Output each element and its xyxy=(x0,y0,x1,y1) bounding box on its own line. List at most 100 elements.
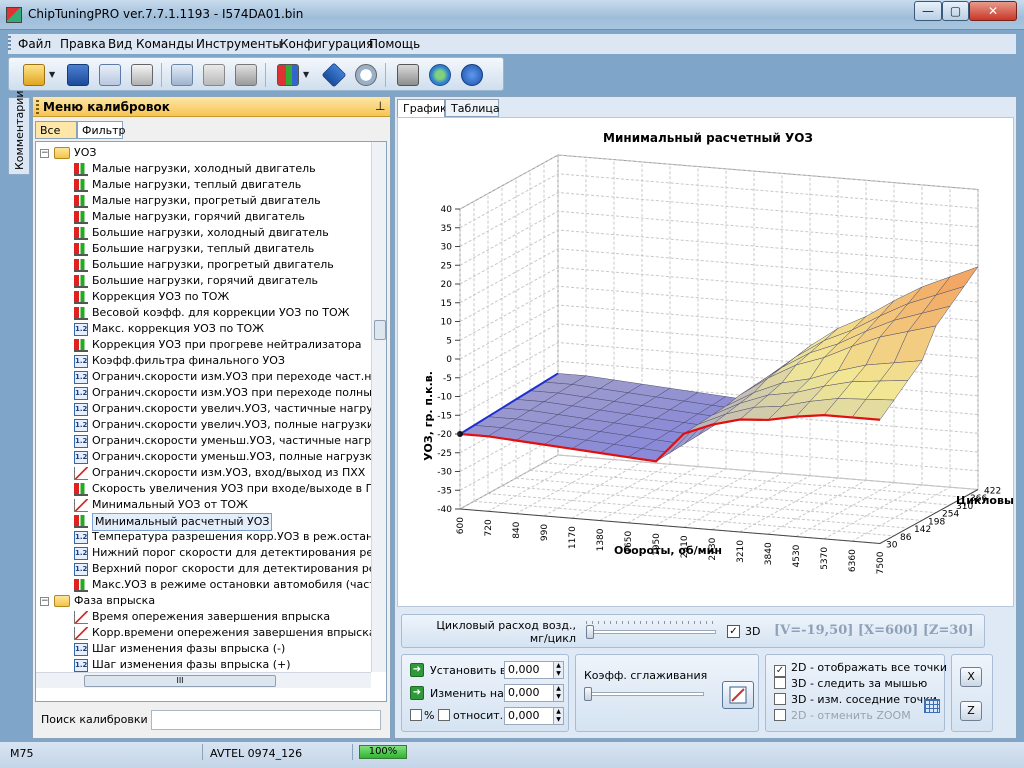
minimize-button[interactable]: — xyxy=(914,1,942,21)
tab-table[interactable]: Таблица xyxy=(445,99,500,117)
tree-item[interactable]: 1.2 Огранич.скорости уменьш.УОЗ, полные н… xyxy=(36,449,379,465)
tree-vertical-scrollbar[interactable] xyxy=(371,142,386,672)
tools-icon[interactable] xyxy=(397,64,419,86)
tree-item[interactable]: 1.2 Огранич.скорости увелич.УОЗ, частичны… xyxy=(36,401,386,417)
menu-file[interactable]: Файл xyxy=(18,37,51,51)
compare-icon[interactable] xyxy=(277,64,299,86)
tree-item[interactable]: Большие нагрузки, холодный двигатель xyxy=(36,225,371,241)
spin-up-icon[interactable]: ▲ xyxy=(553,685,563,693)
option-row[interactable]: ✓ 2D - отображать все точки xyxy=(774,661,947,677)
checksum-icon[interactable] xyxy=(355,64,377,86)
tab-filter[interactable]: Фильтр xyxy=(77,121,126,139)
tree-item[interactable]: Большие нагрузки, теплый двигатель xyxy=(36,241,371,257)
relative-value-input[interactable]: 0,000 ▲ ▼ xyxy=(504,707,564,725)
option-checkbox[interactable]: ✓ xyxy=(774,665,786,677)
tree-hscroll-thumb[interactable]: III xyxy=(84,675,276,687)
comments-side-tab[interactable]: Комментарии xyxy=(8,90,30,175)
menu-grip[interactable] xyxy=(8,36,11,52)
tree-item[interactable]: Весовой коэфф. для коррекции УОЗ по ТОЖ xyxy=(36,305,371,321)
set-value-input[interactable]: 0,000 ▲ ▼ xyxy=(504,661,564,679)
tree-item[interactable]: Коррекция УОЗ по ТОЖ xyxy=(36,289,371,305)
slider-thumb[interactable] xyxy=(584,687,592,701)
tree-item[interactable]: 1.2 Огранич.скорости увелич.УОЗ, полные н… xyxy=(36,417,374,433)
grid-icon[interactable] xyxy=(924,699,940,713)
tree-item[interactable]: Малые нагрузки, теплый двигатель xyxy=(36,177,371,193)
tab-all[interactable]: Все xyxy=(35,121,77,139)
paste-icon[interactable] xyxy=(203,64,225,86)
slider-thumb[interactable] xyxy=(586,625,594,639)
tree-item[interactable]: 1.2 Коэфф.фильтра финального УОЗ xyxy=(36,353,371,369)
menu-commands[interactable]: Команды xyxy=(136,37,194,51)
tree-item[interactable]: Время опережения завершения впрыска xyxy=(36,609,371,625)
tree-horizontal-scrollbar[interactable]: III xyxy=(36,672,371,688)
save-as-icon[interactable] xyxy=(99,64,121,86)
menu-configuration[interactable]: Конфигурация xyxy=(280,37,373,51)
menu-tools[interactable]: Инструменты xyxy=(196,37,282,51)
tree-scroll-thumb[interactable] xyxy=(374,320,386,340)
compare-dropdown-arrow-icon[interactable]: ▼ xyxy=(303,70,309,79)
undo-icon[interactable] xyxy=(235,64,257,86)
maximize-button[interactable]: ▢ xyxy=(942,1,969,21)
spin-up-icon[interactable]: ▲ xyxy=(553,662,563,670)
tree-item[interactable]: Малые нагрузки, холодный двигатель xyxy=(36,161,371,177)
tree-item[interactable]: Малые нагрузки, прогретый двигатель xyxy=(36,193,371,209)
checkbox-3d[interactable]: ✓ xyxy=(727,625,740,638)
change-value-label[interactable]: Изменить на xyxy=(430,687,504,700)
help-icon[interactable] xyxy=(461,64,483,86)
tree-item[interactable]: Минимальный расчетный УОЗ xyxy=(36,513,371,531)
tree-folder[interactable]: − УОЗ xyxy=(36,145,371,161)
option-row[interactable]: 3D - изм. соседние точки xyxy=(774,693,937,706)
tree-item[interactable]: Минимальный УОЗ от ТОЖ xyxy=(36,497,371,513)
option-checkbox[interactable] xyxy=(774,677,786,689)
option-row[interactable]: 3D - следить за мышью xyxy=(774,677,927,690)
menu-help[interactable]: Помощь xyxy=(369,37,420,51)
info-icon[interactable] xyxy=(321,62,347,88)
change-value-input[interactable]: 0,000 ▲ ▼ xyxy=(504,684,564,702)
relative-checkbox[interactable] xyxy=(438,709,450,721)
change-value-go-icon[interactable]: ➜ xyxy=(410,686,424,700)
spin-down-icon[interactable]: ▼ xyxy=(553,716,563,724)
tree-item[interactable]: Скорость увеличения УОЗ при входе/выходе… xyxy=(36,481,386,497)
web-update-icon[interactable] xyxy=(429,64,451,86)
tree-item[interactable]: 1.2 Верхний порог скорости для детектиров… xyxy=(36,561,386,577)
airflow-slider[interactable] xyxy=(586,621,716,639)
collapse-icon[interactable]: − xyxy=(40,597,49,606)
spin-down-icon[interactable]: ▼ xyxy=(553,693,563,701)
percent-checkbox[interactable] xyxy=(410,709,422,721)
option-checkbox[interactable] xyxy=(774,693,786,705)
smoothing-slider[interactable] xyxy=(584,687,704,701)
apply-smoothing-button[interactable] xyxy=(722,681,754,709)
title-bar[interactable]: ChipTuningPRO ver.7.7.1.1193 - I574DA01.… xyxy=(0,0,1024,30)
open-folder-icon[interactable] xyxy=(23,64,45,86)
tree-item[interactable]: 1.2 Нижний порог скорости для детектирова… xyxy=(36,545,386,561)
collapse-icon[interactable]: − xyxy=(40,149,49,158)
spin-down-icon[interactable]: ▼ xyxy=(553,670,563,678)
tree-item[interactable]: 1.2 Температура разрешения корр.УОЗ в реж… xyxy=(36,529,386,545)
tree-item[interactable]: Большие нагрузки, прогретый двигатель xyxy=(36,257,371,273)
set-value-go-icon[interactable]: ➜ xyxy=(410,663,424,677)
z-axis-button[interactable]: Z xyxy=(960,701,982,721)
tree-item[interactable]: 1.2 Огранич.скорости изм.УОЗ при переходе… xyxy=(36,385,386,401)
tree-item[interactable]: Большие нагрузки, горячий двигатель xyxy=(36,273,371,289)
menu-edit[interactable]: Правка xyxy=(60,37,106,51)
tree-folder[interactable]: − Фаза впрыска xyxy=(36,593,371,609)
spin-up-icon[interactable]: ▲ xyxy=(553,708,563,716)
tree-item[interactable]: 1.2 Огранич.скорости уменьш.УОЗ, частичны… xyxy=(36,433,386,449)
tree-item[interactable]: Корр.времени опережения завершения впрыс… xyxy=(36,625,376,641)
tree-item[interactable]: Макс.УОЗ в режиме остановки автомобиля (… xyxy=(36,577,386,593)
open-dropdown-arrow-icon[interactable]: ▼ xyxy=(49,70,55,79)
copy-icon[interactable] xyxy=(171,64,193,86)
close-button[interactable]: ✕ xyxy=(969,1,1017,21)
tree-item[interactable]: 1.2 Шаг изменения фазы впрыска (-) xyxy=(36,641,371,657)
pin-icon[interactable]: ⊥ xyxy=(375,99,385,113)
set-value-label[interactable]: Установить в xyxy=(430,664,506,677)
surface-chart[interactable]: Минимальный расчетный УОЗ 40 35 30 25 20 15 10… xyxy=(398,118,1013,606)
panel-grip[interactable] xyxy=(36,100,39,114)
print-icon[interactable] xyxy=(131,64,153,86)
tree-item[interactable]: 1.2 Огранич.скорости изм.УОЗ при переходе… xyxy=(36,369,386,385)
tree-item[interactable]: Коррекция УОЗ при прогреве нейтрализатор… xyxy=(36,337,371,353)
save-icon[interactable] xyxy=(67,64,89,86)
menu-view[interactable]: Вид xyxy=(108,37,132,51)
x-axis-button[interactable]: X xyxy=(960,667,982,687)
tab-graph[interactable]: График xyxy=(397,99,447,117)
